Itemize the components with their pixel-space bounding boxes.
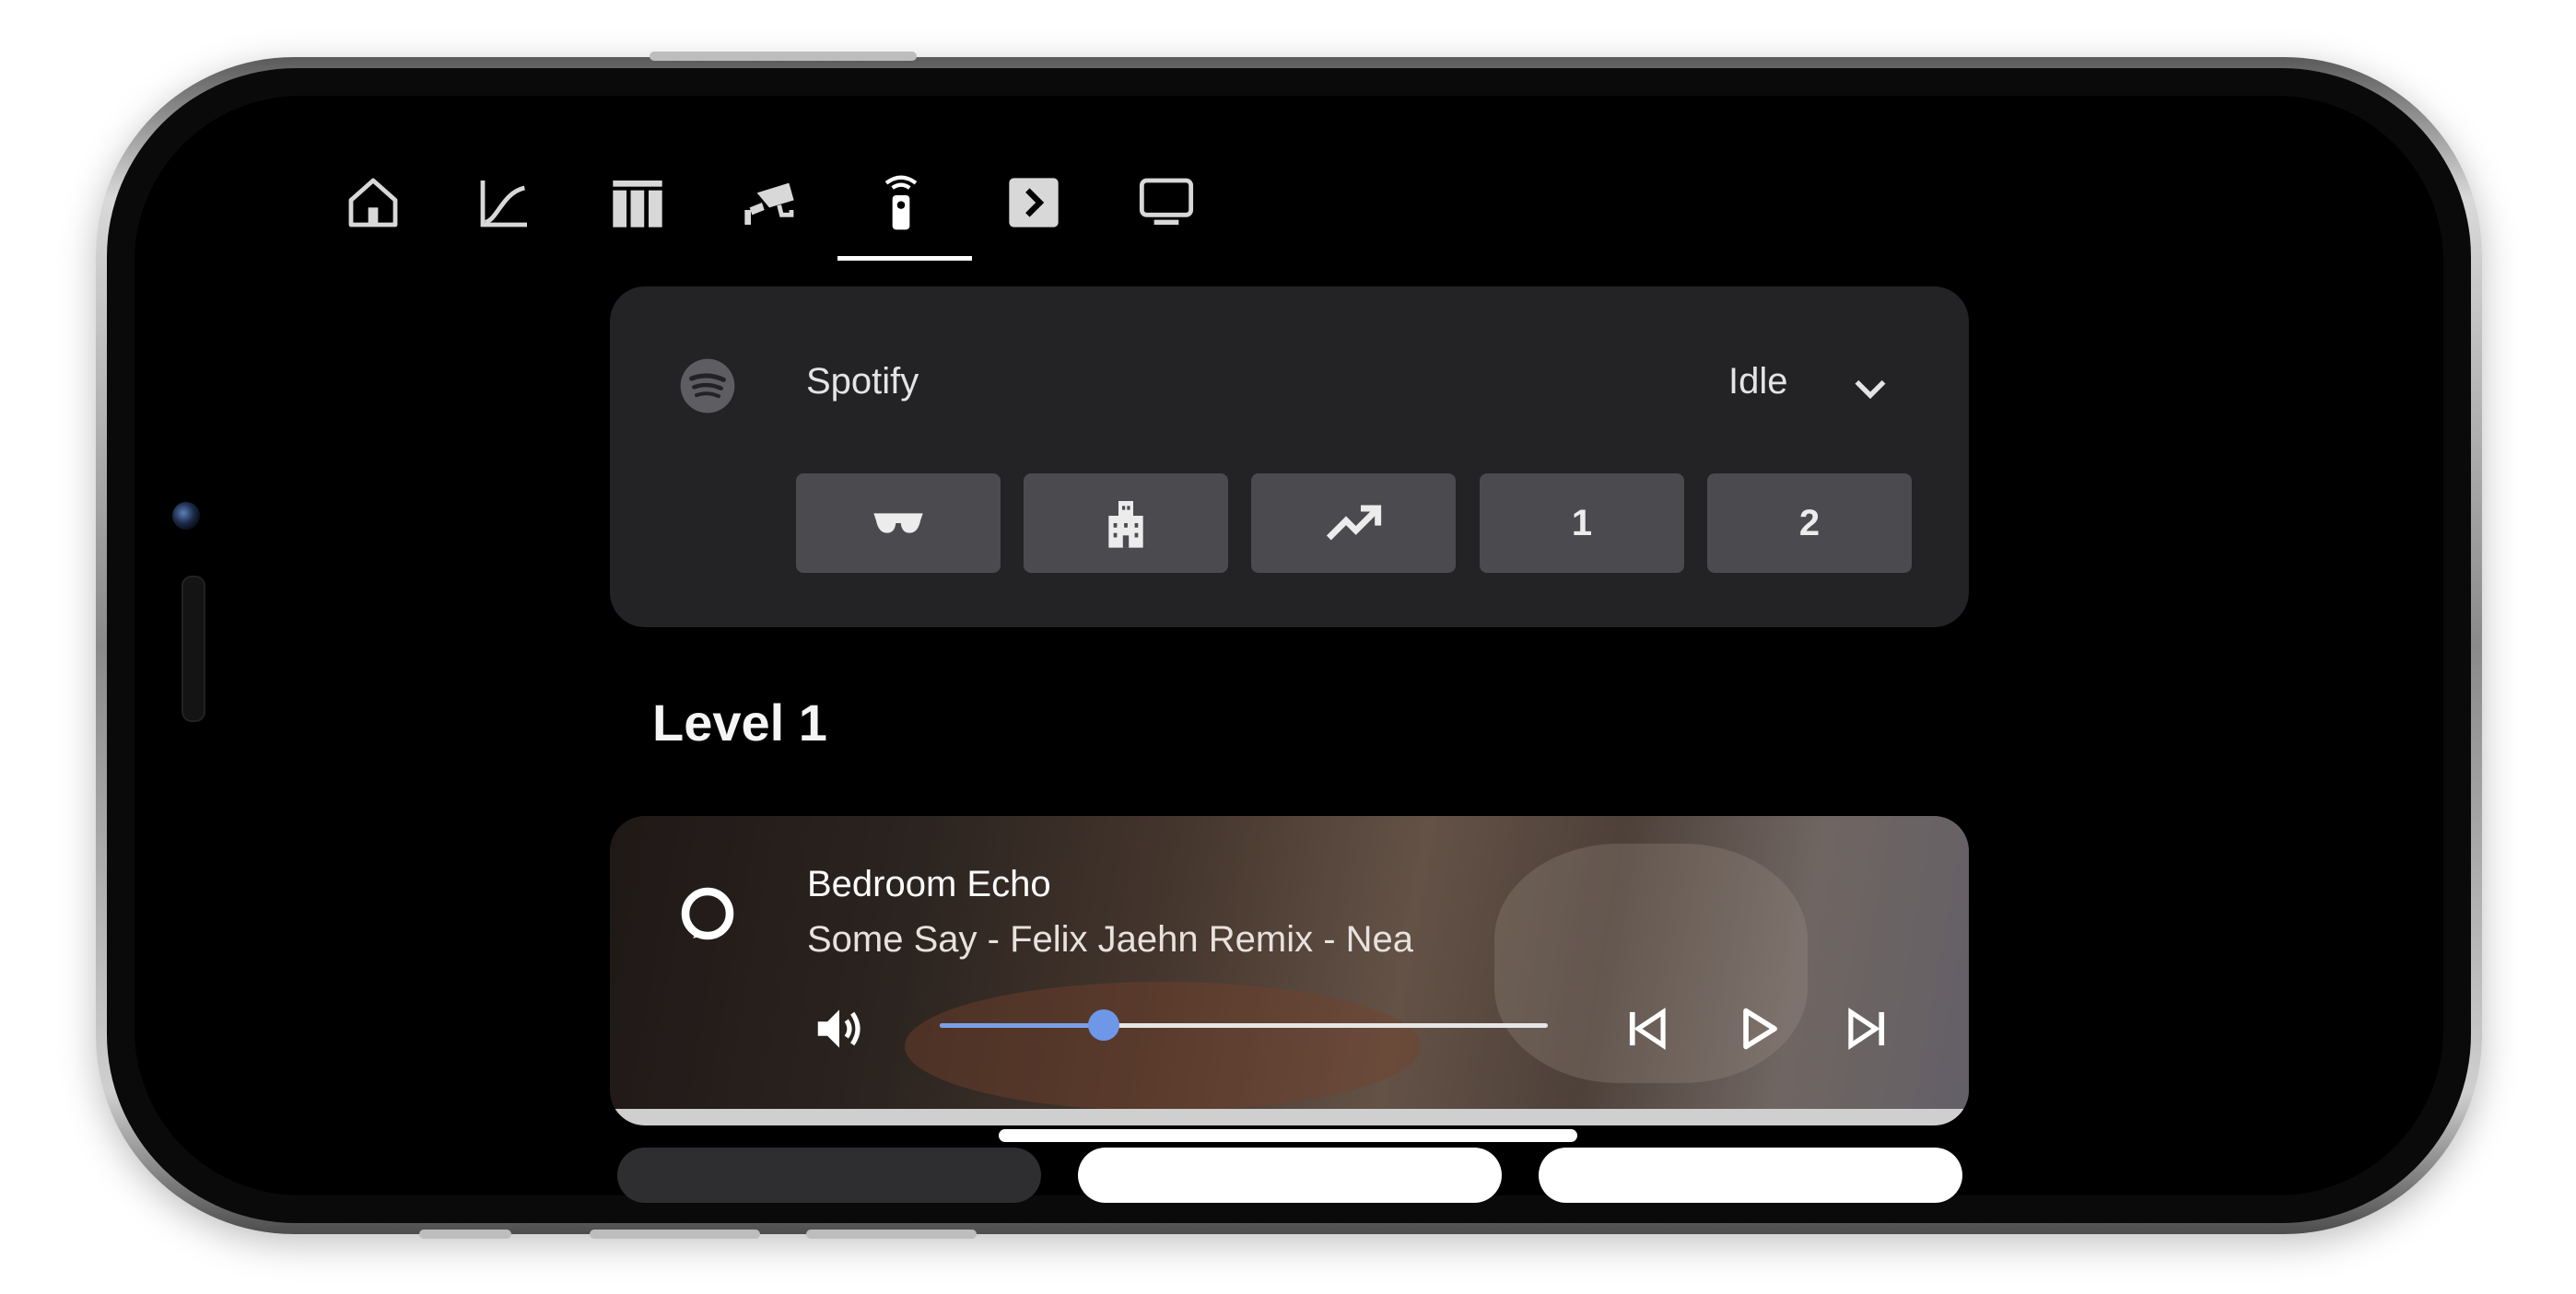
volume-slider-fill [940,1023,1105,1028]
front-camera [172,502,200,530]
alexa-ring-icon [681,887,734,940]
tab-cameras[interactable] [732,166,806,239]
volume-up-button [590,1230,760,1239]
device-name: Bedroom Echo [807,864,1051,904]
skip-next-icon[interactable] [1839,1000,1896,1057]
trending-up-icon [1326,505,1382,541]
power-button [650,52,917,61]
next-card [617,1148,1041,1203]
volume-down-button [419,1230,511,1239]
volume-slider-handle[interactable] [1088,1009,1120,1041]
section-title: Level 1 [652,694,827,752]
earpiece-speaker [181,576,205,722]
next-card [1539,1148,1962,1203]
skip-previous-icon[interactable] [1618,1000,1675,1057]
active-tab-indicator [837,256,972,261]
media-control-card [610,286,1969,627]
chevron-down-icon[interactable] [1847,365,1893,411]
track-title: Some Say - Felix Jaehn Remix - Nea [807,919,1414,960]
preset-button-sunglasses[interactable] [796,473,1001,573]
state-label[interactable]: Idle [1728,361,1788,402]
tab-history[interactable] [468,166,542,239]
volume-slider[interactable] [940,1009,1548,1041]
office-building-icon [1108,501,1143,548]
sunglasses-icon [873,513,923,533]
tab-screens[interactable] [1130,166,1203,239]
preset-button-2[interactable]: 2 [1707,473,1912,573]
tab-media[interactable] [864,166,938,239]
source-label: Spotify [806,361,919,402]
tab-overview[interactable] [601,166,674,239]
columns-icon [613,181,662,227]
cctv-icon [744,182,794,225]
media-player-card[interactable] [610,816,1969,1125]
next-card [1078,1148,1502,1203]
artwork-overlay [610,816,1969,1125]
preset-button-trending[interactable] [1251,473,1456,573]
play-icon[interactable] [1729,1000,1786,1057]
home-indicator[interactable] [999,1129,1577,1142]
home-icon [348,178,398,227]
graph-icon [480,181,527,227]
remote-icon [884,175,918,230]
preset-button-1[interactable]: 1 [1480,473,1684,573]
tab-home[interactable] [336,166,410,239]
terminal-icon [1009,178,1059,227]
tab-console[interactable] [997,166,1071,239]
volume-icon[interactable] [811,1000,868,1057]
preset-button-office[interactable] [1024,473,1228,573]
monitor-icon [1139,178,1194,225]
card-bottom-bar [610,1109,1969,1125]
spotify-icon [680,358,735,414]
silent-switch [806,1230,977,1239]
